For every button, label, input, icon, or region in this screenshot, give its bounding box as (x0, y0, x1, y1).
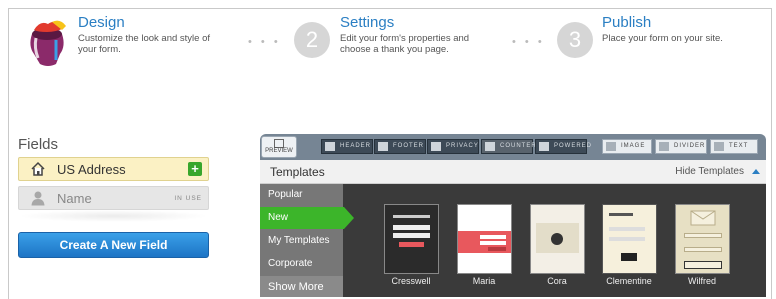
thumb-button (684, 261, 722, 269)
toolbar-button-text[interactable]: TEXT (710, 139, 758, 154)
category-popular[interactable]: Popular (260, 184, 343, 206)
thumb-button (488, 247, 506, 251)
thumb-text-line (609, 213, 633, 216)
text-icon (714, 142, 724, 151)
template-thumb-wilfred[interactable] (675, 204, 730, 274)
person-icon (31, 191, 45, 206)
add-field-button[interactable]: + (188, 162, 202, 176)
templates-header: Templates Hide Templates (260, 160, 766, 184)
thumb-badge (551, 233, 563, 245)
in-use-badge: IN USE (174, 195, 202, 202)
counter-icon (485, 142, 495, 151)
field-item-name[interactable]: Name IN USE (18, 186, 209, 210)
paint-bucket-icon (30, 20, 66, 66)
field-label: US Address (57, 162, 126, 177)
thumb-input (393, 233, 430, 238)
category-my-templates[interactable]: My Templates (260, 230, 343, 252)
thumb-input (480, 241, 506, 245)
field-item-us-address[interactable]: US Address + (18, 157, 209, 181)
step-description: Edit your form's properties and choose a … (340, 33, 470, 55)
step-number-badge: 2 (294, 22, 330, 58)
show-more-button[interactable]: Show More (260, 276, 343, 297)
thumb-input (609, 227, 645, 231)
step-description: Customize the look and style of your form… (78, 33, 211, 55)
thumb-input (684, 247, 722, 252)
toolbar-button-divider[interactable]: DIVIDER (655, 139, 707, 154)
step-title: Publish (602, 14, 652, 31)
panel-shadow (18, 210, 209, 222)
collapse-arrow-icon[interactable] (752, 169, 760, 174)
template-thumb-maria[interactable] (457, 204, 512, 274)
thumb-input (684, 233, 722, 238)
thumb-input (609, 237, 645, 241)
template-name: Maria (472, 276, 496, 286)
preview-tab[interactable]: PREVIEW (261, 136, 297, 158)
toolbar-button-footer[interactable]: FOOTER (374, 139, 426, 154)
category-new[interactable]: New (260, 207, 354, 229)
template-thumb-cora[interactable] (530, 204, 585, 274)
thumb-text-line (393, 215, 430, 218)
thumb-button (399, 242, 424, 247)
step-title: Settings (340, 14, 395, 31)
template-name: Wilfred (687, 276, 716, 286)
field-label: Name (57, 191, 92, 206)
thumb-input (393, 225, 430, 230)
divider-icon (659, 142, 669, 151)
step-separator: • • • (248, 36, 281, 48)
checkmark-icon (431, 142, 441, 151)
thumb-button (621, 253, 637, 261)
preview-label: PREVIEW (265, 148, 293, 154)
house-icon (31, 161, 45, 176)
toolbar-button-privacy[interactable]: PRIVACY (427, 139, 479, 154)
hide-templates-link[interactable]: Hide Templates (675, 166, 744, 177)
image-icon (606, 142, 616, 151)
template-name: Cora (547, 276, 567, 286)
arrow-down-icon (378, 142, 388, 151)
step-separator: • • • (512, 36, 545, 48)
template-name: Clementine (606, 276, 652, 286)
templates-title: Templates (270, 165, 325, 179)
category-corporate[interactable]: Corporate (260, 253, 343, 275)
arrow-up-icon (325, 142, 335, 151)
template-name: Cresswell (391, 276, 431, 286)
template-thumb-clementine[interactable] (602, 204, 657, 274)
step-description: Place your form on your site. (602, 33, 723, 44)
toolbar-button-powered[interactable]: POWERED (535, 139, 591, 154)
preview-icon (274, 139, 284, 148)
toolbar-button-header[interactable]: HEADER (321, 139, 373, 154)
step-number-badge: 3 (557, 22, 593, 58)
envelope-icon (690, 210, 716, 226)
toolbar-button-image[interactable]: IMAGE (602, 139, 652, 154)
thumb-input (480, 235, 506, 239)
template-thumb-cresswell[interactable] (384, 204, 439, 274)
step-title: Design (78, 14, 125, 31)
powered-icon (539, 142, 549, 151)
toolbar-button-counter[interactable]: COUNTER (481, 139, 536, 154)
fields-heading: Fields (18, 136, 59, 153)
create-new-field-button[interactable]: Create A New Field (18, 232, 209, 258)
